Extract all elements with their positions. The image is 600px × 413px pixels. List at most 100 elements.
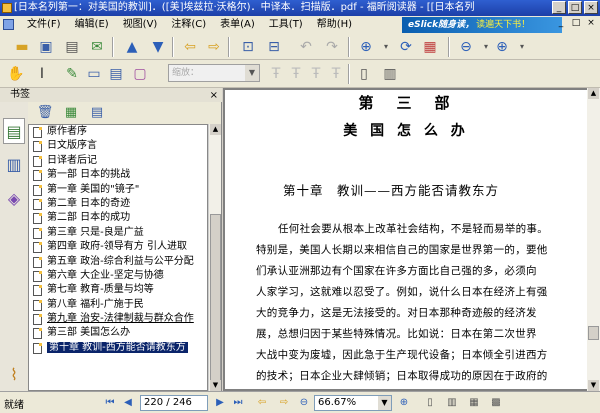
menu-help[interactable]: 帮助(H) — [310, 16, 359, 34]
bookmark-item[interactable]: 日文版序言 — [29, 139, 207, 153]
chevron-down-icon[interactable]: ▼ — [245, 65, 259, 81]
next-page-icon[interactable]: ▼ — [148, 37, 168, 57]
panel-close-icon[interactable]: × — [210, 89, 218, 103]
continuous-view-icon[interactable]: ▥ — [444, 395, 460, 411]
hand-tool-icon[interactable]: ✋ — [6, 64, 26, 84]
bookmark-item[interactable]: 原作者序 — [29, 125, 207, 139]
typewriter-icon[interactable]: ▤ — [106, 64, 126, 84]
menu-tools[interactable]: 工具(T) — [262, 16, 310, 34]
bookmark-item[interactable]: 日译者后记 — [29, 154, 207, 168]
new-bookmark-icon[interactable]: ▤ — [88, 104, 106, 122]
layers-tab-icon[interactable]: ◈ — [3, 186, 25, 212]
undo-icon[interactable]: ↶ — [296, 37, 316, 57]
bookmarks-tab-icon[interactable]: ▤ — [3, 118, 25, 144]
eslick-ad-banner[interactable]: eSlick随身读， 读遍天下书！ — [402, 17, 562, 33]
zoom-in-small-icon[interactable]: ⊕ — [396, 395, 412, 411]
window-title-bar[interactable]: [日本名列第一：对美国的教训]．([美]埃兹拉·沃格尔)．中译本．扫描版．pdf… — [0, 0, 600, 16]
save-icon[interactable]: ▣ — [36, 37, 56, 57]
next-page-button-icon[interactable]: ▶ — [212, 395, 228, 411]
zoom-dropdown-icon[interactable]: ▾ — [376, 37, 396, 57]
text-box-icon[interactable]: ▭ — [84, 64, 104, 84]
delete-bookmark-icon[interactable]: 🗑 — [36, 104, 54, 122]
forward-arrow-icon[interactable]: ⇨ — [204, 37, 224, 57]
page-number-input[interactable]: 220 / 246 — [140, 395, 208, 411]
zoom-input[interactable]: 缩放： ▼ — [168, 64, 260, 82]
bookmark-item[interactable]: 第二章 日本的奇迹 — [29, 197, 207, 211]
scroll-up-icon[interactable]: ▲ — [210, 124, 221, 135]
bookmark-item[interactable]: 第六章 大企业-坚定与协德 — [29, 269, 207, 283]
zoom-level-chevron-icon[interactable]: ▼ — [378, 396, 391, 410]
pdf-page[interactable]: 第 三 部 美 国 怎 么 办 第十章 教训——西方能否请教东方 任何社会要从根… — [225, 90, 587, 389]
menu-view[interactable]: 视图(V) — [116, 16, 165, 34]
prev-page-icon[interactable]: ◀ — [120, 395, 136, 411]
document-scrollbar[interactable]: ▲ ▼ — [587, 88, 600, 391]
bookmark-item[interactable]: 第一章 美国的"镜子" — [29, 183, 207, 197]
bookmark-scrollbar[interactable]: ▲ ▼ — [208, 124, 221, 391]
select-text-icon[interactable]: Ⅰ — [32, 64, 52, 84]
continuous-facing-view-icon[interactable]: ▩ — [488, 395, 504, 411]
bookmark-item[interactable]: 第八章 福利-广施于民 — [29, 298, 207, 312]
single-page-view-icon[interactable]: ▯ — [422, 395, 438, 411]
format-icon-4[interactable]: Ŧ — [326, 64, 346, 84]
zoom-magnifier-icon[interactable]: ⊕ — [356, 37, 376, 57]
highlight-icon[interactable]: ✎ — [62, 64, 82, 84]
doc-close-button[interactable]: × — [585, 18, 597, 30]
go-forward-icon[interactable]: ⇨ — [276, 395, 292, 411]
bookmark-item[interactable]: 第二部 日本的成功 — [29, 211, 207, 225]
bookmark-item[interactable]: 第五章 政治-综合利益与公平分配 — [29, 255, 207, 269]
facing-view-icon[interactable]: ▦ — [466, 395, 482, 411]
go-back-icon[interactable]: ⇦ — [254, 395, 270, 411]
bookmark-item[interactable]: 第一部 日本的挑战 — [29, 168, 207, 182]
doc-scroll-down-icon[interactable]: ▼ — [588, 380, 599, 391]
continuous-page-icon[interactable]: ▥ — [380, 64, 400, 84]
scrollbar-thumb[interactable] — [210, 214, 221, 384]
bookmark-item[interactable]: 第三章 只是-良是广益 — [29, 226, 207, 240]
close-button[interactable]: × — [584, 1, 598, 14]
menu-file[interactable]: 文件(F) — [20, 16, 68, 34]
maximize-button[interactable]: □ — [568, 1, 582, 14]
menu-form[interactable]: 表单(A) — [213, 16, 262, 34]
zoom-out-icon[interactable]: ⊖ — [456, 37, 476, 57]
doc-minimize-button[interactable]: _ — [555, 18, 567, 30]
zoom-in-icon[interactable]: ⊕ — [492, 37, 512, 57]
single-page-icon[interactable]: ▯ — [354, 64, 374, 84]
redo-icon[interactable]: ↷ — [322, 37, 342, 57]
rotate-icon[interactable]: ⟳ — [396, 37, 416, 57]
pages-tab-icon[interactable]: ▥ — [3, 152, 25, 178]
document-menu-icon[interactable] — [3, 19, 14, 30]
document-view[interactable]: 第 三 部 美 国 怎 么 办 第十章 教训——西方能否请教东方 任何社会要从根… — [223, 88, 600, 391]
scroll-down-icon[interactable]: ▼ — [210, 380, 221, 391]
format-icon[interactable]: Ŧ — [266, 64, 286, 84]
doc-scrollbar-thumb[interactable] — [588, 326, 599, 340]
format-icon-3[interactable]: Ŧ — [306, 64, 326, 84]
attachments-tab-icon[interactable]: ⌇ — [3, 362, 25, 388]
format-icon-2[interactable]: Ŧ — [286, 64, 306, 84]
annotation-icon[interactable]: ▢ — [130, 64, 150, 84]
back-arrow-icon[interactable]: ⇦ — [180, 37, 200, 57]
first-page-icon[interactable]: ⏮ — [102, 395, 118, 411]
add-bookmark-icon[interactable]: ▦ — [62, 104, 80, 122]
bookmark-item[interactable]: 第三部 美国怎么办 — [29, 326, 207, 340]
print-icon[interactable]: ▤ — [62, 37, 82, 57]
doc-scroll-up-icon[interactable]: ▲ — [588, 88, 599, 99]
zoom-in-dropdown-icon[interactable]: ▾ — [512, 37, 532, 57]
zoom-level-select[interactable]: 66.67% ▼ — [314, 395, 392, 411]
tools-toolbar: ✋ Ⅰ ✎ ▭ ▤ ▢ 缩放： ▼ Ŧ Ŧ Ŧ Ŧ ▯ ▥ — [0, 60, 600, 88]
bookmark-item[interactable]: 第四章 政府-领导有方 引人进取 — [29, 240, 207, 254]
previous-page-icon[interactable]: ▲ — [122, 37, 142, 57]
bookmark-item[interactable]: 第九章 治安-法律制裁与群众合作 — [29, 312, 207, 326]
open-folder-icon[interactable]: ▬ — [12, 37, 32, 57]
snapshot-icon[interactable]: ▦ — [420, 37, 440, 57]
bookmark-list[interactable]: 原作者序 日文版序言 日译者后记 第一部 日本的挑战 第一章 美国的"镜子" 第二章 日本… — [28, 124, 208, 391]
email-icon[interactable]: ✉ — [87, 37, 107, 57]
fit-width-icon[interactable]: ⊟ — [264, 37, 284, 57]
zoom-out-small-icon[interactable]: ⊖ — [296, 395, 312, 411]
bookmark-item[interactable]: 第七章 教育-质量与均等 — [29, 283, 207, 297]
doc-restore-button[interactable]: □ — [570, 18, 582, 30]
bookmark-item[interactable]: 第十章 教训-西方能否请教东方 — [29, 341, 207, 355]
menu-edit[interactable]: 编辑(E) — [68, 16, 116, 34]
menu-comment[interactable]: 注释(C) — [164, 16, 213, 34]
last-page-icon[interactable]: ⏭ — [230, 395, 246, 411]
minimize-button[interactable]: _ — [552, 1, 566, 14]
fit-page-icon[interactable]: ⊡ — [238, 37, 258, 57]
